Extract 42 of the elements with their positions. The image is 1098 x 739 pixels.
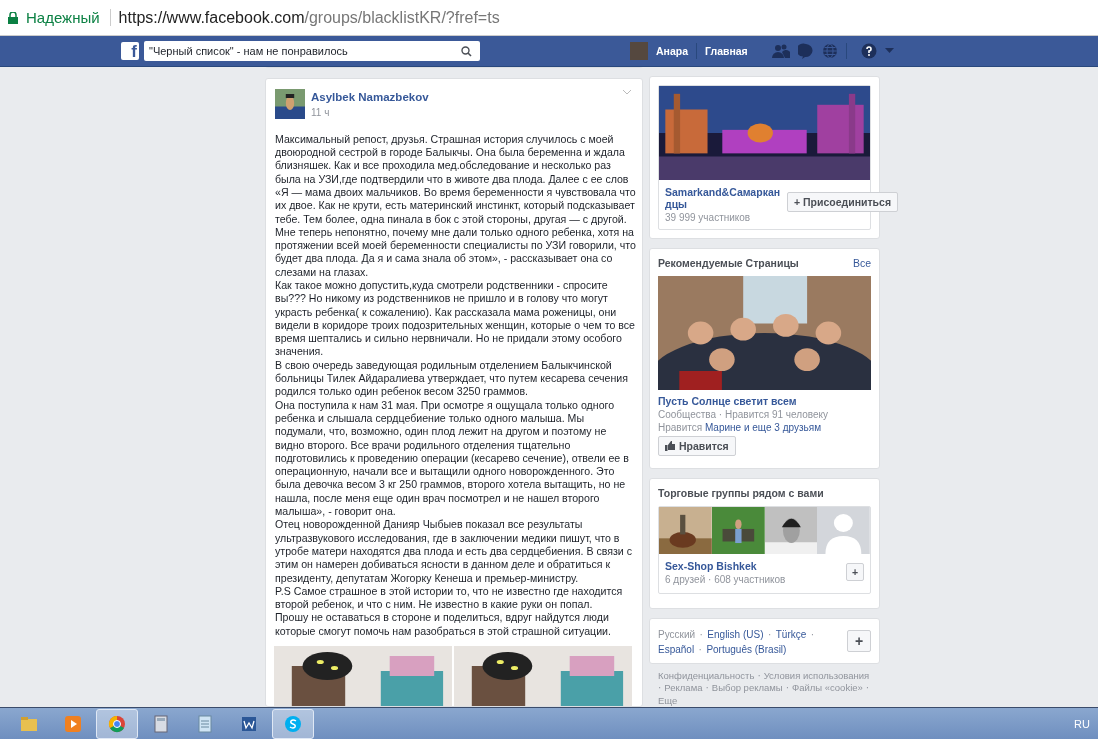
group-name[interactable]: Samarkand&Самаркандцы [665,185,783,210]
join-button[interactable]: + Присоединиться [787,191,899,212]
like-button[interactable]: Нравится [658,435,736,456]
language-link[interactable]: Português (Brasil) [706,643,787,655]
post-paragraph: В свою очередь заведующая родильным отделением Балыкчинской больницы Тилек Айдаралиева утверждает, что путем кесарева сечения родился только один ребенок весом 3250 граммов. [275,358,629,399]
security-label: Надежный [26,9,111,26]
separator-dot: · [865,682,870,695]
post-paragraph: Максимальный репост, друзья. Страшная история случилось с моей двоюродной сестрой в городе Балыкчы. Она была беременна и ждала близняшек. Как и все проходила мед.обследование и несколько раз была на УЗИ,где подтвердили что в животе два плода. Далее с ее слов «Я — мама двоих мальчиков. Во время беременности я чувствовала что их двое. Как не крути, есть материнский инстинкт, который подсказывает тебе. Тем более, одна пинала в бок с этой стороны, другая — с другой. Мне теперь непонятно, почему мне дали только одного ребенка, хотя на протяжении всей моей беременности специалисты по УЗИ говорили, что будет два плода. Да я и сама знала об этом», - рассказывает она со слезами на глазах. [275,132,637,279]
separator-dot: · [785,682,789,695]
url-text[interactable]: https://www.facebook.com/groups/blacklistKR/?fref=ts [118,8,500,27]
section-title: Торговые группы рядом с вами [658,486,824,499]
add-language-button[interactable]: + [847,629,871,652]
author-name[interactable]: Asylbek Namazbekov [311,90,429,103]
see-all-link[interactable]: Все [852,256,871,269]
group-members: 39 999 участников [665,211,752,223]
language-link[interactable]: English (US) [707,628,764,640]
separator-dot: · [810,628,815,640]
language-link[interactable]: Türkçe [775,628,807,640]
section-title: Рекомендуемые Страницы [658,256,799,269]
user-link[interactable]: Анара [656,45,689,57]
post-paragraph: Прошу не оставаться в стороне и поделиться, вдруг найдутся люди которые смогут помочь нам разобраться в этой страшной ситуации. [275,611,612,638]
language-link[interactable]: Español [658,643,695,655]
home-link[interactable]: Главная [705,45,748,57]
post-paragraph: Она поступила к нам 31 мая. При осмотре я ощущала только одного ребенка и слышала сердцебиение только одного малыша. Мы подумали, что, возможно, один плод лежит на другом и поэтому не видно второго. Все врачи родильного отделения тщательно подготовились к проведению операции (кесарево сечение), отвели ее в операционную, начали все и вытащили одного новорожденного. Это была девочка весом 3 кг 250 граммов, второго хотела вытащить, но не нашла, после меня еще один врач посмотрел и не нашел второго малыша», - говорит она. [275,398,630,519]
page-meta: Сообщества · Нравится 91 человеку [658,408,829,420]
post-paragraph: P.S Самое страшное в этой истории то, что не известно где находится второй ребенок, и что с ним. Не известно в какие руки он попал. [275,584,624,612]
page-name[interactable]: Пусть Солнце светит всем [658,394,871,407]
liked-by-text: Нравится Марине и еще 3 друзьям [658,421,822,433]
separator-dot: · [757,669,761,682]
group-name[interactable]: Sex-Shop Bishkek [665,559,786,572]
separator-dot: · [705,682,709,695]
search-field[interactable]: "Черный список" - нам не понравилось [144,41,480,61]
logo[interactable]: f [121,42,139,60]
add-button[interactable]: + [846,563,864,581]
friends-link[interactable]: Марине и еще 3 друзьям [704,421,821,433]
post-paragraph: Как такое можно допустить,куда смотрели родственники - спросите вы??? Но никому из родственников не пришло и в голову что могут украсть ребенка( к сожалению). Как рассказала мама роженицы, они видели в коридоре троих подозрительных женщин, которые о чем то все время шептались и сильно нервничали. Но не придали этому особого значения. [275,279,636,359]
separator-dot: · [698,643,702,655]
group-members: 6 друзей · 608 участников [665,573,786,585]
separator-dot: · [699,628,703,640]
separator-dot: · [658,682,662,695]
separator-dot: · [767,628,772,640]
post-paragraph: Отец новорожденной Данияр Чыбыев показал все результаты ультразвукового исследования, где в заключении медики пишут, что в утробе матери находятся два плода и есть два сердцебиения. В связи с этим он намерен добиваться ясности в данном деле и обратиться к президенту, депутатам Жогорку Кенеша и премьер-министру. [275,518,633,585]
